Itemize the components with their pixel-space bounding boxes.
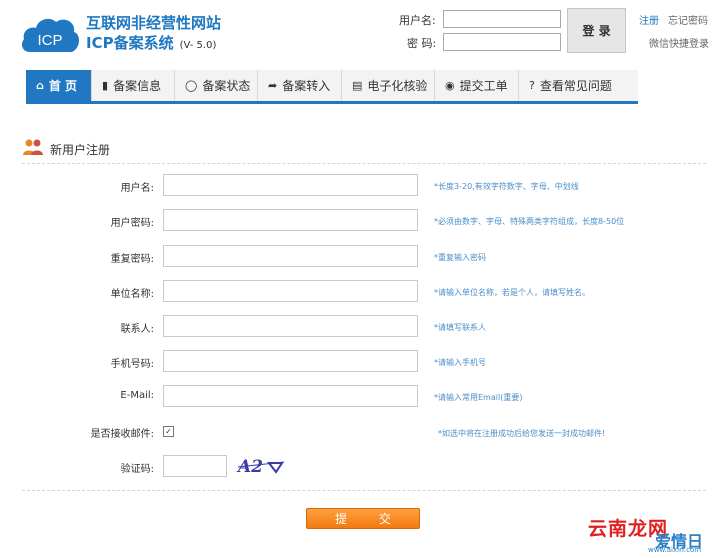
logo-text: ICP: [37, 32, 62, 49]
wechat-login-link[interactable]: 微信快捷登录: [649, 35, 709, 50]
email-label: E-Mail:: [120, 390, 154, 401]
repeat-password-hint: *重复输入密码: [434, 253, 486, 262]
nav-label: 提交工单: [459, 79, 508, 93]
icp-logo-icon: ICP: [22, 18, 80, 52]
username-field-label: 用户名:: [120, 183, 154, 194]
username-hint: *长度3-20,有效字符数字、字母、中划线: [434, 182, 579, 191]
password-field[interactable]: [163, 209, 418, 231]
nav-label: 备案信息: [113, 79, 162, 93]
username-field[interactable]: [163, 174, 418, 196]
verify-doc-icon: ▤: [352, 79, 363, 92]
password-hint: *必须由数字、字母、特殊两类字符组成，长度8-50位: [434, 217, 625, 226]
repeat-password-field[interactable]: [163, 245, 418, 267]
register-link[interactable]: 注册: [639, 12, 659, 27]
nav-filing-info[interactable]: ▮ 备案信息: [92, 70, 175, 101]
site-title: 互联网非经营性网站: [86, 14, 222, 32]
section-divider: [22, 163, 706, 164]
nav-label: 首 页: [48, 79, 78, 93]
captcha-label: 验证码:: [120, 464, 154, 475]
email-hint: *请输入常用Email(重要): [434, 393, 523, 402]
nav-filing-status[interactable]: ◯ 备案状态: [175, 70, 258, 101]
password-input[interactable]: [443, 33, 561, 51]
users-icon: [23, 139, 43, 155]
nav-submit-ticket[interactable]: ◉ 提交工单: [435, 70, 519, 101]
phone-hint: *请输入手机号: [434, 358, 486, 367]
nav-label: 电子化核验: [367, 79, 428, 93]
nav-faq[interactable]: ? 查看常见问题: [519, 70, 638, 101]
org-name-hint: *请输入单位名称，若是个人，请填写姓名。: [434, 288, 590, 297]
person-icon: ◉: [445, 79, 455, 92]
nav-label: 备案转入: [282, 79, 331, 93]
nav-electronic-verify[interactable]: ▤ 电子化核验: [342, 70, 435, 101]
nav-home[interactable]: ⌂ 首 页: [26, 70, 92, 101]
nav-label: 查看常见问题: [539, 79, 612, 93]
password-field-label: 用户密码:: [110, 218, 154, 229]
captcha-input[interactable]: [163, 455, 227, 477]
login-button[interactable]: 登 录: [567, 8, 626, 53]
document-icon: ▮: [102, 79, 109, 92]
org-name-field[interactable]: [163, 280, 418, 302]
password-label: 密 码:: [407, 37, 437, 50]
contact-field[interactable]: [163, 315, 418, 337]
watermark-url: www.aixiri.com: [648, 546, 702, 554]
email-notify-label: 是否接收邮件:: [90, 429, 154, 440]
site-subtitle-text: ICP备案系统: [86, 34, 174, 52]
phone-field[interactable]: [163, 350, 418, 372]
captcha-image[interactable]: A2: [236, 453, 288, 477]
forgot-password-link[interactable]: 忘记密码: [668, 12, 708, 27]
version-label: (V- 5.0): [179, 40, 217, 51]
main-nav: ⌂ 首 页 ▮ 备案信息 ◯ 备案状态 ➦ 备案转入 ▤ 电子化核验 ◉ 提交工…: [26, 70, 638, 104]
nav-label: 备案状态: [202, 79, 251, 93]
contact-hint: *请填写联系人: [434, 323, 486, 332]
contact-label: 联系人:: [120, 324, 154, 335]
circle-status-icon: ◯: [185, 79, 198, 92]
username-label: 用户名:: [399, 14, 436, 27]
question-icon: ?: [529, 79, 535, 92]
username-input[interactable]: [443, 10, 561, 28]
email-field[interactable]: [163, 385, 418, 407]
submit-button[interactable]: 提 交: [306, 508, 420, 529]
section-title: 新用户注册: [50, 143, 111, 157]
email-notify-checkbox[interactable]: ✓: [163, 426, 174, 437]
phone-label: 手机号码:: [110, 359, 154, 370]
site-subtitle: ICP备案系统 (V- 5.0): [86, 32, 216, 53]
transfer-arrow-icon: ➦: [268, 79, 278, 92]
repeat-password-label: 重复密码:: [110, 254, 154, 265]
org-name-label: 单位名称:: [110, 289, 154, 300]
form-divider: [22, 490, 706, 491]
nav-filing-transfer[interactable]: ➦ 备案转入: [258, 70, 342, 101]
email-notify-hint: *如选中将在注册成功后给您发送一封成功邮件!: [438, 429, 606, 438]
home-icon: ⌂: [36, 79, 44, 92]
